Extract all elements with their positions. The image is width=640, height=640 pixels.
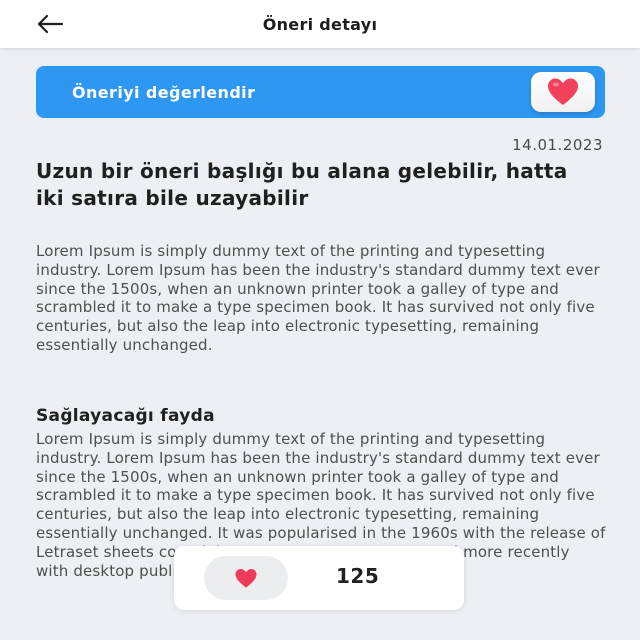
like-button[interactable] (204, 556, 288, 600)
suggestion-description: Lorem Ipsum is simply dummy text of the … (36, 242, 600, 354)
like-card: 125 (174, 546, 464, 610)
rate-suggestion-button[interactable]: Öneriyi değerlendir (36, 66, 605, 118)
app-header: Öneri detayı (0, 0, 640, 48)
suggestion-title: Uzun bir öneri başlığı bu alana gelebili… (36, 159, 568, 210)
like-count: 125 (336, 564, 380, 588)
benefit-heading: Sağlayacağı fayda (36, 406, 215, 426)
arrow-left-icon (37, 14, 64, 34)
rate-suggestion-label: Öneriyi değerlendir (72, 82, 256, 102)
suggestion-date: 14.01.2023 (512, 136, 603, 154)
back-button[interactable] (30, 8, 70, 40)
heart-icon (548, 78, 578, 105)
page-title: Öneri detayı (262, 14, 378, 34)
heart-bubble (531, 72, 595, 112)
heart-icon (235, 568, 257, 588)
